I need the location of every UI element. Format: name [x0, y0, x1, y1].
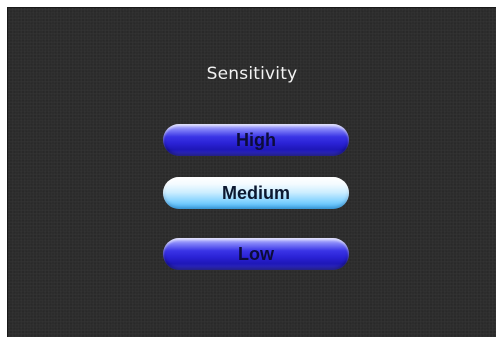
option-low-button[interactable]: Low [163, 238, 349, 270]
option-high-button[interactable]: High [163, 124, 349, 156]
menu-title: Sensitivity [206, 64, 298, 84]
screenshot-frame: Sensitivity High Medium Low [0, 0, 499, 337]
option-medium-button[interactable]: Medium [163, 177, 349, 209]
menu-screen: Sensitivity High Medium Low [7, 7, 496, 337]
